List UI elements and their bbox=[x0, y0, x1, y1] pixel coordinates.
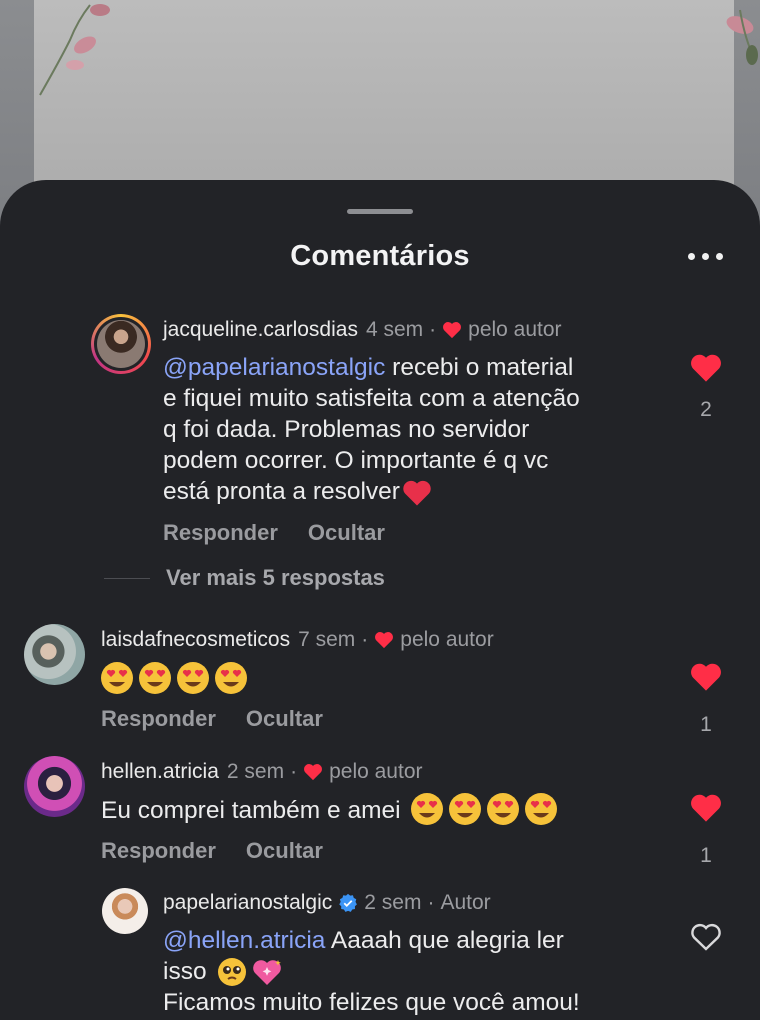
avatar[interactable] bbox=[24, 624, 85, 685]
reply-time: 2 sem bbox=[364, 891, 422, 914]
like-column bbox=[686, 922, 726, 957]
drag-handle[interactable] bbox=[347, 209, 413, 214]
heart-icon bbox=[304, 764, 323, 781]
reply-button[interactable]: Responder bbox=[101, 706, 216, 732]
comment-username[interactable]: laisdafnecosmeticos bbox=[101, 628, 290, 652]
heart-eyes-emoji-icon bbox=[410, 793, 557, 825]
separator-dot: · bbox=[290, 760, 298, 783]
mention-link[interactable]: @papelarianostalgic bbox=[163, 354, 385, 381]
mention-link[interactable]: @hellen.atricia bbox=[163, 927, 325, 954]
reply-text: @hellen.atricia Aaaah que alegria ler is… bbox=[163, 927, 580, 1016]
comment-time: 4 sem bbox=[365, 318, 424, 341]
separator-dot: · bbox=[361, 628, 369, 651]
red-heart-emoji-icon bbox=[403, 480, 431, 506]
heart-eyes-emoji-icon bbox=[101, 662, 247, 694]
sparkling-heart-emoji-icon bbox=[252, 959, 281, 985]
hide-button[interactable]: Ocultar bbox=[246, 838, 323, 864]
comment-time: 2 sem bbox=[226, 760, 285, 783]
comment-emojis bbox=[101, 661, 261, 702]
like-heart-outline-icon[interactable] bbox=[690, 922, 722, 952]
heart-icon bbox=[443, 322, 462, 339]
comments-sheet: Comentários jacqueline.carlosdias 4 sem … bbox=[0, 180, 760, 1020]
more-options-icon[interactable] bbox=[688, 253, 724, 263]
liked-by-author-label: pelo autor bbox=[329, 760, 423, 783]
comment-time: 7 sem bbox=[298, 628, 356, 651]
verified-badge-icon bbox=[339, 893, 358, 912]
avatar[interactable] bbox=[24, 756, 85, 817]
separator-dot: · bbox=[429, 318, 437, 341]
liked-by-author-label: pelo autor bbox=[468, 318, 562, 341]
hide-button[interactable]: Ocultar bbox=[246, 706, 323, 732]
reply-button[interactable]: Responder bbox=[163, 520, 278, 546]
reply-button[interactable]: Responder bbox=[101, 838, 216, 864]
like-column: 1 bbox=[686, 793, 726, 868]
like-heart-icon[interactable] bbox=[689, 793, 723, 823]
like-column: 1 bbox=[686, 662, 726, 737]
flower-decoration-left bbox=[39, 4, 110, 96]
like-column: 2 bbox=[686, 353, 726, 422]
reply-username[interactable]: papelarianostalgic bbox=[163, 891, 332, 915]
like-count: 1 bbox=[700, 844, 712, 867]
pleading-face-emoji-icon bbox=[217, 957, 246, 986]
view-more-replies[interactable]: Ver mais 5 respostas bbox=[104, 565, 385, 591]
author-label: Autor bbox=[440, 891, 491, 914]
hide-button[interactable]: Ocultar bbox=[308, 520, 385, 546]
comment-username[interactable]: hellen.atricia bbox=[101, 760, 219, 784]
comment-username[interactable]: jacqueline.carlosdias bbox=[163, 318, 358, 342]
sheet-title: Comentários bbox=[290, 240, 470, 272]
like-heart-icon[interactable] bbox=[689, 662, 723, 692]
comment-text: @papelarianostalgic recebi o material e … bbox=[163, 354, 580, 506]
like-count: 2 bbox=[700, 398, 712, 421]
like-count: 1 bbox=[700, 713, 712, 736]
avatar[interactable] bbox=[102, 888, 148, 934]
flower-decoration-right bbox=[726, 9, 758, 65]
separator-dot: · bbox=[427, 891, 435, 914]
comment-text: Eu comprei também e amei bbox=[101, 792, 571, 828]
like-heart-icon[interactable] bbox=[689, 353, 723, 383]
liked-by-author-label: pelo autor bbox=[400, 628, 494, 651]
avatar[interactable] bbox=[91, 314, 151, 374]
heart-icon bbox=[375, 632, 394, 649]
